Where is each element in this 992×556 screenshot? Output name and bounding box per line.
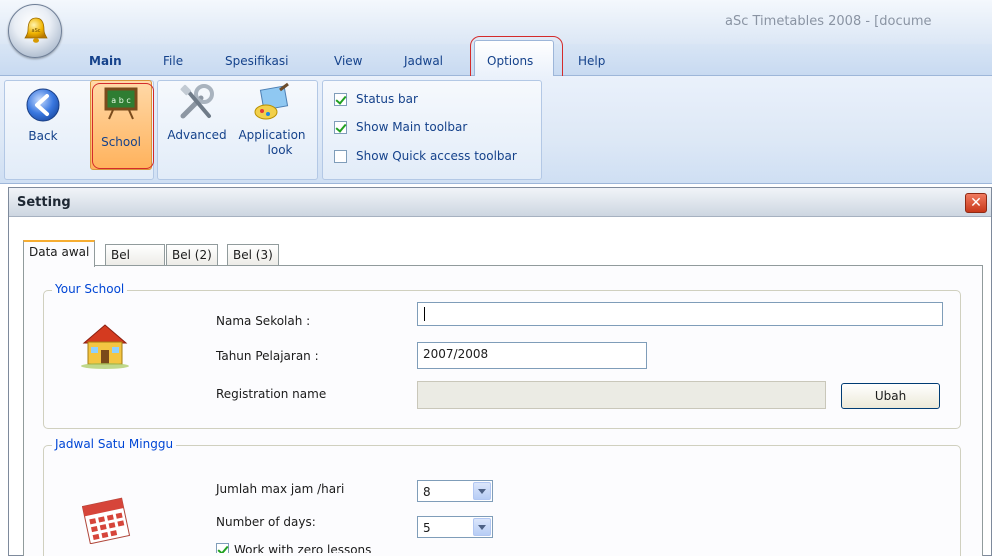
registration-name-input: [417, 381, 826, 409]
chevron-down-icon[interactable]: [473, 518, 491, 536]
checkbox-checked[interactable]: [334, 120, 347, 134]
tab-data-awal[interactable]: Data awal: [23, 240, 96, 267]
tab-bel-2[interactable]: Bel (2): [166, 244, 218, 266]
ubah-button[interactable]: Ubah: [841, 383, 940, 409]
svg-text:a b c: a b c: [111, 96, 130, 105]
calendar-icon: [82, 497, 131, 544]
tab-spesifikasi[interactable]: Spesifikasi: [225, 54, 288, 68]
advanced-button[interactable]: Advanced: [163, 82, 231, 162]
registration-name-label: Registration name: [216, 387, 327, 401]
your-school-legend: Your School: [52, 282, 128, 296]
tahun-pelajaran-value: 2007/2008: [423, 347, 489, 361]
jadwal-satu-minggu-legend: Jadwal Satu Minggu: [52, 437, 177, 451]
show-quick-access-toolbar-checkbox[interactable]: Show Quick access toolbar: [334, 148, 517, 164]
tahun-pelajaran-input[interactable]: 2007/2008: [417, 342, 647, 369]
paint-palette-icon: [254, 82, 289, 120]
tab-bel[interactable]: Bel: [105, 244, 165, 266]
application-look-label-1: Application: [238, 128, 306, 142]
number-of-days-label: Number of days:: [216, 515, 316, 529]
your-school-group: Your School Nama Sekolah : Tahun Pelajar…: [43, 282, 961, 429]
tab-panel-data-awal: Your School Nama Sekolah : Tahun Pelajar…: [23, 265, 983, 556]
tab-main[interactable]: Main: [89, 54, 122, 68]
tab-file[interactable]: File: [163, 54, 183, 68]
show-main-toolbar-label: Show Main toolbar: [356, 120, 468, 134]
tab-options-label: Options: [487, 54, 534, 68]
status-bar-checkbox[interactable]: Status bar: [334, 91, 418, 107]
chevron-down-icon[interactable]: [473, 482, 491, 500]
tahun-pelajaran-label: Tahun Pelajaran :: [216, 349, 319, 363]
show-quick-access-toolbar-label: Show Quick access toolbar: [356, 149, 517, 163]
dialog-title: Setting: [17, 195, 71, 210]
bell-icon: aSc: [24, 17, 48, 43]
jumlah-max-jam-value: 8: [423, 485, 431, 499]
school-button[interactable]: a b c School: [90, 80, 152, 170]
nama-sekolah-input[interactable]: [417, 302, 943, 326]
svg-text:aSc: aSc: [32, 28, 41, 34]
tab-view[interactable]: View: [334, 54, 362, 68]
title-bar: aSc Timetables 2008 - [docume: [0, 0, 992, 44]
checkbox-checked[interactable]: [216, 543, 229, 553]
show-main-toolbar-checkbox[interactable]: Show Main toolbar: [334, 119, 467, 135]
number-of-days-value: 5: [423, 521, 431, 535]
advanced-label: Advanced: [167, 128, 227, 142]
tab-options[interactable]: Options: [474, 40, 554, 77]
chalkboard-icon: a b c: [104, 87, 138, 120]
tab-bel-3[interactable]: Bel (3): [227, 244, 279, 266]
checkbox-unchecked[interactable]: [334, 149, 347, 163]
nama-sekolah-label: Nama Sekolah :: [216, 314, 311, 328]
application-orb-button[interactable]: aSc: [8, 4, 62, 58]
jumlah-max-jam-label: Jumlah max jam /hari: [216, 482, 345, 496]
tab-help[interactable]: Help: [578, 54, 605, 68]
tab-jadwal[interactable]: Jadwal: [404, 54, 443, 68]
text-caret: [424, 307, 425, 321]
app-title: aSc Timetables 2008 - [docume: [725, 14, 932, 29]
school-label: School: [101, 135, 141, 149]
back-arrow-icon: [26, 88, 60, 122]
back-label: Back: [28, 129, 58, 143]
setting-dialog: Setting ✕ Data awal Bel Bel (2) Bel (3) …: [8, 187, 992, 556]
close-icon[interactable]: ✕: [965, 193, 987, 213]
tools-icon: [180, 84, 214, 119]
application-look-button[interactable]: Application look: [233, 82, 311, 172]
status-bar-label: Status bar: [356, 92, 418, 106]
number-of-days-select[interactable]: 5: [417, 516, 493, 538]
back-button[interactable]: Back: [14, 83, 72, 163]
jumlah-max-jam-select[interactable]: 8: [417, 480, 493, 502]
application-look-label-2: look: [267, 143, 293, 157]
checkbox-checked[interactable]: [334, 92, 347, 106]
jadwal-satu-minggu-group: Jadwal Satu Minggu Jumlah max jam /hari …: [43, 437, 961, 556]
zero-lessons-label: Work with zero lessons: [234, 543, 372, 553]
dialog-title-bar: Setting ✕: [9, 188, 991, 217]
school-house-icon: [81, 324, 129, 369]
zero-lessons-checkbox[interactable]: Work with zero lessons: [216, 543, 371, 553]
